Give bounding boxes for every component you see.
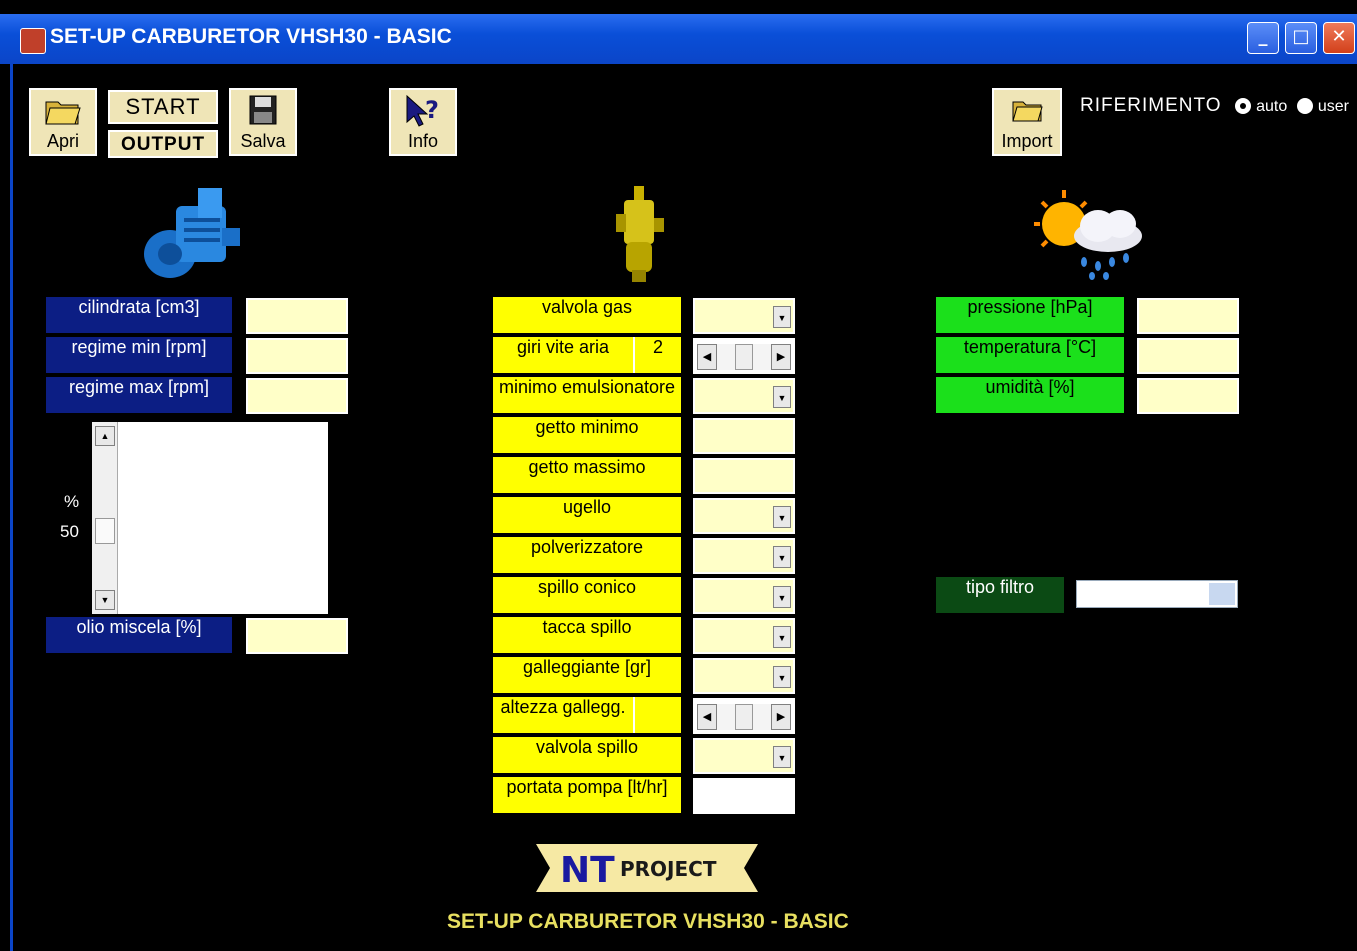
- scroll-value-label: 50: [60, 522, 79, 541]
- oil-chart-area: [92, 422, 328, 614]
- logo-nt-text: NT: [560, 850, 615, 891]
- folder-open-icon: [45, 101, 81, 125]
- save-button[interactable]: Salva: [229, 88, 297, 156]
- portata-pompa-input[interactable]: [693, 778, 795, 814]
- scroll-right-button[interactable]: ▶: [771, 344, 791, 370]
- altezza-gallegg-label: altezza gallegg.: [493, 697, 633, 733]
- altezza-gallegg-value: [633, 697, 681, 733]
- scroll-left-button[interactable]: ◀: [697, 704, 717, 730]
- chevron-down-icon[interactable]: ▼: [773, 506, 791, 528]
- open-button[interactable]: Apri: [29, 88, 97, 156]
- radio-auto[interactable]: [1234, 97, 1251, 114]
- save-label: Salva: [240, 131, 286, 151]
- scroll-right-button[interactable]: ▶: [771, 704, 791, 730]
- footer-title: SET-UP CARBURETOR VHSH30 - BASIC: [447, 910, 849, 933]
- portata-pompa-label: portata pompa [lt/hr]: [493, 777, 681, 813]
- temperatura-label: temperatura [°C]: [936, 337, 1124, 373]
- slider-thumb[interactable]: [735, 344, 753, 370]
- galleggiante-select[interactable]: ▼: [693, 658, 795, 694]
- minimo-emulsionatore-label: minimo emulsionatore: [493, 377, 681, 413]
- spillo-conico-label: spillo conico: [493, 577, 681, 613]
- ugello-select[interactable]: ▼: [693, 498, 795, 534]
- ntproject-logo: NT PROJECT: [536, 844, 758, 892]
- import-folder-icon: [1012, 101, 1043, 122]
- import-label: Import: [1001, 131, 1053, 151]
- close-button[interactable]: ✕: [1323, 22, 1355, 54]
- import-button[interactable]: Import: [992, 88, 1062, 156]
- getto-minimo-input[interactable]: [693, 418, 795, 454]
- slider-thumb[interactable]: [735, 704, 753, 730]
- scroll-unit-label: %: [64, 492, 80, 511]
- chevron-down-icon[interactable]: ▼: [773, 546, 791, 568]
- altezza-gallegg-slider[interactable]: ◀ ▶: [693, 698, 795, 734]
- cilindrata-label: cilindrata [cm3]: [46, 297, 232, 333]
- valvola-gas-label: valvola gas: [493, 297, 681, 333]
- maximize-button[interactable]: □: [1285, 22, 1317, 54]
- valvola-spillo-label: valvola spillo: [493, 737, 681, 773]
- floppy-disk-icon: [249, 95, 277, 125]
- minimo-emulsionatore-select[interactable]: ▼: [693, 378, 795, 414]
- scroll-thumb[interactable]: [95, 518, 115, 544]
- app-icon[interactable]: [20, 28, 46, 54]
- giri-vite-aria-value: 2: [633, 337, 681, 373]
- minimize-button[interactable]: _: [1247, 22, 1279, 54]
- chevron-down-icon[interactable]: ▼: [773, 306, 791, 328]
- output-button[interactable]: OUTPUT: [108, 130, 218, 158]
- pressione-input[interactable]: [1137, 298, 1239, 334]
- tacca-spillo-select[interactable]: ▼: [693, 618, 795, 654]
- regime-min-label: regime min [rpm]: [46, 337, 232, 373]
- start-button[interactable]: START: [108, 90, 218, 124]
- chevron-down-icon[interactable]: ▼: [773, 666, 791, 688]
- info-button[interactable]: ? Info: [389, 88, 457, 156]
- ugello-label: ugello: [493, 497, 681, 533]
- giri-vite-aria-label: giri vite aria: [493, 337, 633, 373]
- scroll-left-button[interactable]: ◀: [697, 344, 717, 370]
- help-cursor-icon: ?: [406, 94, 439, 127]
- chevron-down-icon[interactable]: ▼: [773, 746, 791, 768]
- chevron-down-icon[interactable]: ▼: [773, 586, 791, 608]
- umidita-label: umidità [%]: [936, 377, 1124, 413]
- umidita-input[interactable]: [1137, 378, 1239, 414]
- regime-max-label: regime max [rpm]: [46, 377, 232, 413]
- regime-min-input[interactable]: [246, 338, 348, 374]
- polverizzatore-label: polverizzatore: [493, 537, 681, 573]
- temperatura-input[interactable]: [1137, 338, 1239, 374]
- engine-icon: [144, 188, 240, 278]
- tacca-spillo-label: tacca spillo: [493, 617, 681, 653]
- getto-massimo-label: getto massimo: [493, 457, 681, 493]
- logo-project-text: PROJECT: [620, 857, 717, 881]
- olio-miscela-label: olio miscela [%]: [46, 617, 232, 653]
- cilindrata-input[interactable]: [246, 298, 348, 334]
- carburetor-icon: [616, 186, 664, 282]
- radio-user[interactable]: [1296, 97, 1313, 114]
- tipo-filtro-label: tipo filtro: [936, 577, 1064, 613]
- weather-icon: [1034, 190, 1142, 280]
- regime-max-input[interactable]: [246, 378, 348, 414]
- window-title: SET-UP CARBURETOR VHSH30 - BASIC: [50, 25, 452, 48]
- polverizzatore-select[interactable]: ▼: [693, 538, 795, 574]
- radio-user-label: user: [1317, 98, 1349, 115]
- chevron-down-icon[interactable]: ▼: [773, 386, 791, 408]
- radio-auto-label: auto: [1256, 98, 1288, 115]
- galleggiante-label: galleggiante [gr]: [493, 657, 681, 693]
- info-label: Info: [407, 131, 439, 151]
- open-label: Apri: [46, 131, 79, 151]
- tipo-filtro-select[interactable]: [1076, 580, 1238, 608]
- spinner-icon[interactable]: [1209, 583, 1235, 605]
- pressione-label: pressione [hPa]: [936, 297, 1124, 333]
- valvola-gas-select[interactable]: ▼: [693, 298, 795, 334]
- riferimento-group: RIFERIMENTO auto user: [1080, 95, 1349, 117]
- scroll-up-button[interactable]: ▲: [95, 426, 115, 446]
- scroll-down-button[interactable]: ▼: [95, 590, 115, 610]
- chevron-down-icon[interactable]: ▼: [773, 626, 791, 648]
- svg-text:?: ?: [425, 96, 439, 124]
- olio-miscela-input[interactable]: [246, 618, 348, 654]
- riferimento-label: RIFERIMENTO: [1080, 95, 1222, 116]
- getto-minimo-label: getto minimo: [493, 417, 681, 453]
- getto-massimo-input[interactable]: [693, 458, 795, 494]
- giri-vite-aria-slider[interactable]: ◀ ▶: [693, 338, 795, 374]
- oil-percent-scrollbar[interactable]: ▲ ▼: [92, 422, 118, 614]
- spillo-conico-select[interactable]: ▼: [693, 578, 795, 614]
- valvola-spillo-select[interactable]: ▼: [693, 738, 795, 774]
